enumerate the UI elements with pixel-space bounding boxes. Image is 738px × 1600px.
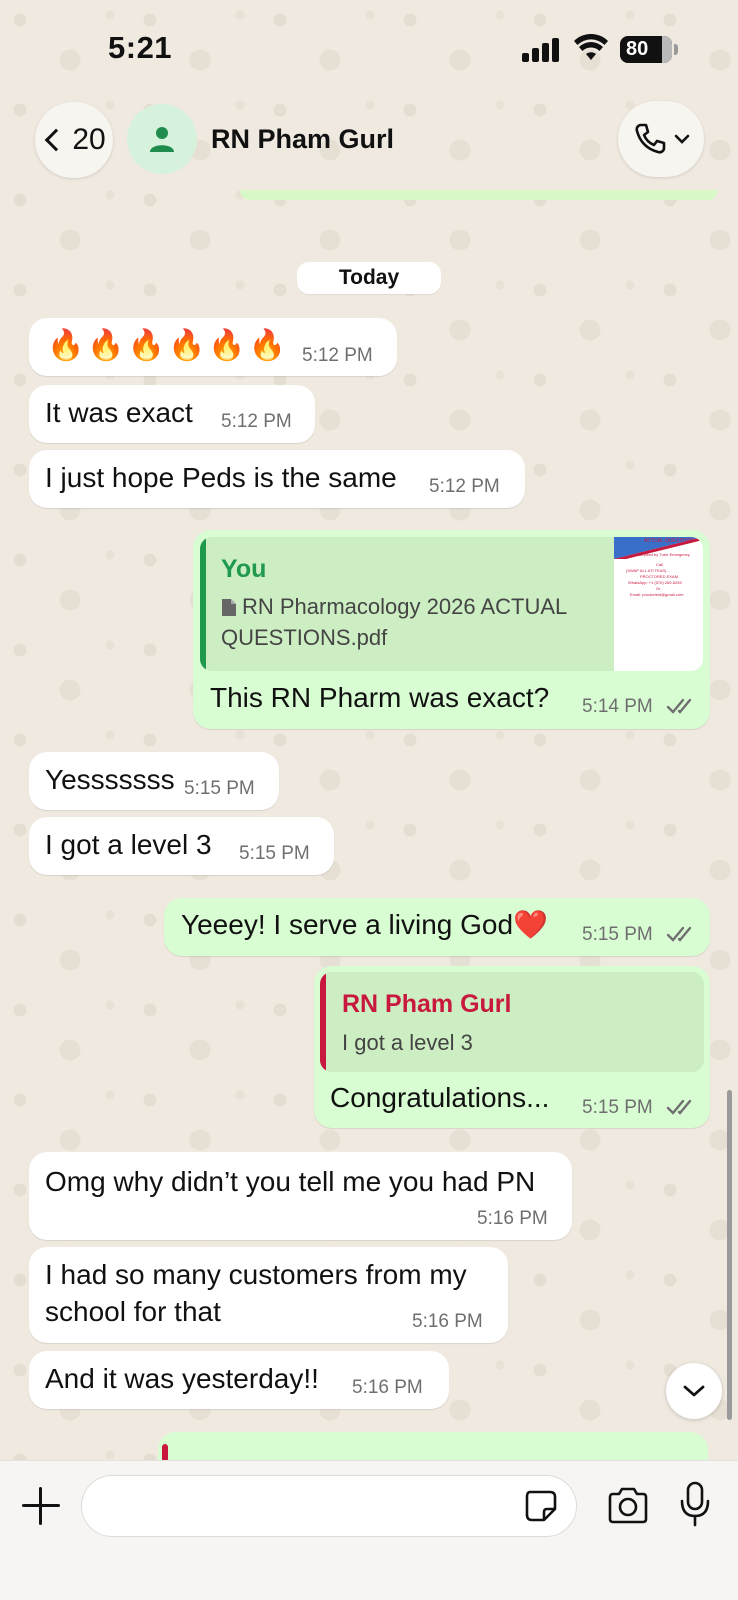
message-time: 5:15 PM [582,924,653,945]
message-text: It was exact [45,397,193,428]
document-reply-preview[interactable]: You RN Pharmacology 2026 ACTUAL QUESTION… [200,537,703,671]
message-composer [0,1460,738,1600]
unread-count: 20 [72,123,106,156]
document-name-line1: RN Pharmacology 2026 ACTUAL [242,594,568,619]
message-time: 5:12 PM [429,476,500,497]
message-bubble-incoming[interactable]: 🔥🔥🔥🔥🔥🔥 5:12 PM [29,318,397,376]
message-bubble-incoming[interactable]: And it was yesterday!! 5:16 PM [29,1351,449,1409]
status-time: 5:21 [108,30,173,65]
message-time: 5:15 PM [239,843,310,864]
message-time: 5:12 PM [302,345,373,366]
camera-icon[interactable] [607,1487,649,1525]
date-separator: Today [297,262,441,294]
message-text: And it was yesterday!! [45,1363,319,1394]
scroll-to-bottom-button[interactable] [666,1363,722,1419]
call-button[interactable] [618,101,704,177]
message-text: Yeeey! I serve a living God❤️ [181,909,548,940]
battery-indicator: 80 [620,36,672,63]
document-name-line2: QUESTIONS.pdf [221,625,388,650]
thumb-line: Or [656,586,661,591]
read-receipt-icon [666,926,692,942]
status-bar: 5:21 80 [0,0,738,100]
contact-name[interactable]: RN Pham Gurl [211,124,394,155]
thumb-line: Email: proctortest@gmail.com [630,592,684,597]
message-text: This RN Pharm was exact? [210,682,550,713]
message-bubble-incoming[interactable]: It was exact 5:12 PM [29,385,315,443]
message-bubble-incoming[interactable]: Yesssssss 5:15 PM [29,752,279,810]
microphone-icon[interactable] [679,1481,711,1527]
reply-quote[interactable]: RN Pham Gurl I got a level 3 [320,972,704,1072]
wifi-icon [574,34,608,60]
battery-level-text: 80 [626,38,649,60]
next-message-edge [158,1432,708,1462]
message-bubble-incoming[interactable]: I got a level 3 5:15 PM [29,817,334,875]
person-icon [150,127,174,152]
message-time: 5:16 PM [477,1208,548,1229]
message-bubble-outgoing[interactable]: You RN Pharmacology 2026 ACTUAL QUESTION… [193,530,710,729]
message-bubble-incoming[interactable]: I just hope Peds is the same 5:12 PM [29,450,525,508]
message-text: Congratulations... [330,1082,550,1113]
quote-author: You [221,555,267,583]
message-time: 5:15 PM [582,1097,653,1118]
message-text-line1: I had so many customers from my [45,1259,467,1290]
back-button[interactable]: 20 [35,102,113,178]
message-time: 5:12 PM [221,411,292,432]
message-bubble-incoming[interactable]: I had so many customers from my school f… [29,1247,508,1343]
message-time: 5:14 PM [582,696,653,717]
document-icon [222,599,236,616]
message-text: 🔥🔥🔥🔥🔥🔥 [47,329,290,362]
pdf-thumbnail: ACTUAL QUESTIONS Compiled by Tutor Emerg… [614,537,703,671]
previous-message-edge [240,190,718,200]
message-text: Yesssssss [45,764,175,795]
message-text: I just hope Peds is the same [45,462,397,493]
message-text-line2: school for that [45,1296,221,1327]
message-time: 5:16 PM [412,1311,483,1332]
thumb-line: Compiled by Tutor Emergency [636,552,690,557]
message-bubble-outgoing[interactable]: RN Pham Gurl I got a level 3 Congratulat… [314,966,710,1128]
sticker-icon[interactable] [524,1489,558,1523]
message-time: 5:16 PM [352,1377,423,1398]
attach-plus-icon[interactable] [22,1487,60,1525]
chevron-down-icon [674,134,690,144]
message-text: I got a level 3 [45,829,212,860]
chat-header: 20 RN Pham Gurl [0,96,738,196]
read-receipt-icon [666,1099,692,1115]
quote-author: RN Pham Gurl [342,990,512,1018]
message-bubble-incoming[interactable]: Omg why didn’t you tell me you had PN 5:… [29,1152,572,1240]
thumb-line: (SWAP ALL ATI TEAS)... [626,568,670,573]
chevron-left-icon [44,128,68,152]
thumb-line: Call [656,562,663,567]
message-bubble-outgoing[interactable]: Yeeey! I serve a living God❤️ 5:15 PM [164,898,710,956]
cellular-signal-icon [522,38,562,62]
avatar[interactable] [127,104,197,174]
message-text: Omg why didn’t you tell me you had PN [45,1166,536,1197]
thumb-line: PROCTORED EXAM [640,574,678,579]
thumb-line: ACTUAL QUESTIONS [644,538,695,544]
scrollbar[interactable] [727,1090,732,1420]
message-input[interactable] [81,1475,577,1537]
read-receipt-icon [666,698,692,714]
message-time: 5:15 PM [184,778,255,799]
thumb-line: WhatsApp: +1 (570) 269-5259 [628,580,682,585]
phone-icon [635,123,666,154]
chevron-down-icon [683,1385,705,1397]
quote-text: I got a level 3 [342,1030,473,1055]
